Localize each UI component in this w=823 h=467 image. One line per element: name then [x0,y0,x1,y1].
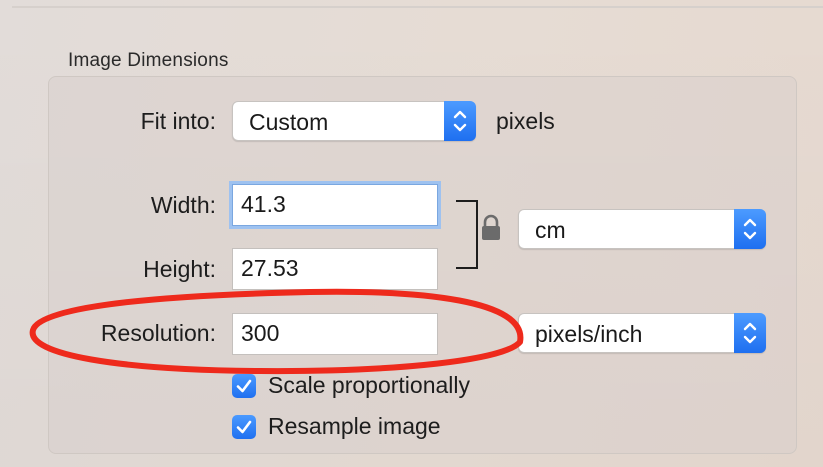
fit-into-label: Fit into: [140,108,216,134]
scale-proportionally-checkbox[interactable] [232,374,256,398]
chevron-up-down-icon [453,110,467,132]
resolution-units-stepper [734,313,766,353]
chevron-up-down-icon [743,322,757,344]
size-units-value: cm [535,217,566,243]
resample-image-label: Resample image [268,413,441,439]
chevron-up-down-icon [743,218,757,240]
width-field[interactable]: 41.3 [232,184,438,226]
resolution-label: Resolution: [100,320,216,346]
group-title: Image Dimensions [68,50,229,71]
width-label: Width: [150,192,216,218]
lock-icon[interactable] [478,213,504,243]
resolution-units-popup[interactable]: pixels/inch [518,313,766,353]
scale-proportionally-label: Scale proportionally [268,372,471,398]
resolution-field[interactable]: 300 [232,313,438,355]
fit-into-value: Custom [249,109,329,135]
top-divider [12,6,823,8]
resolution-units-value: pixels/inch [535,321,643,347]
checkmark-icon [236,379,252,393]
fit-into-stepper [444,101,476,141]
fit-into-units-label: pixels [496,108,555,134]
height-field[interactable]: 27.53 [232,248,438,290]
fit-into-popup[interactable]: Custom [232,101,476,141]
size-units-stepper [734,209,766,249]
checkmark-icon [236,420,252,434]
resample-image-checkbox[interactable] [232,415,256,439]
size-units-popup[interactable]: cm [518,209,766,249]
height-label: Height: [143,256,216,282]
